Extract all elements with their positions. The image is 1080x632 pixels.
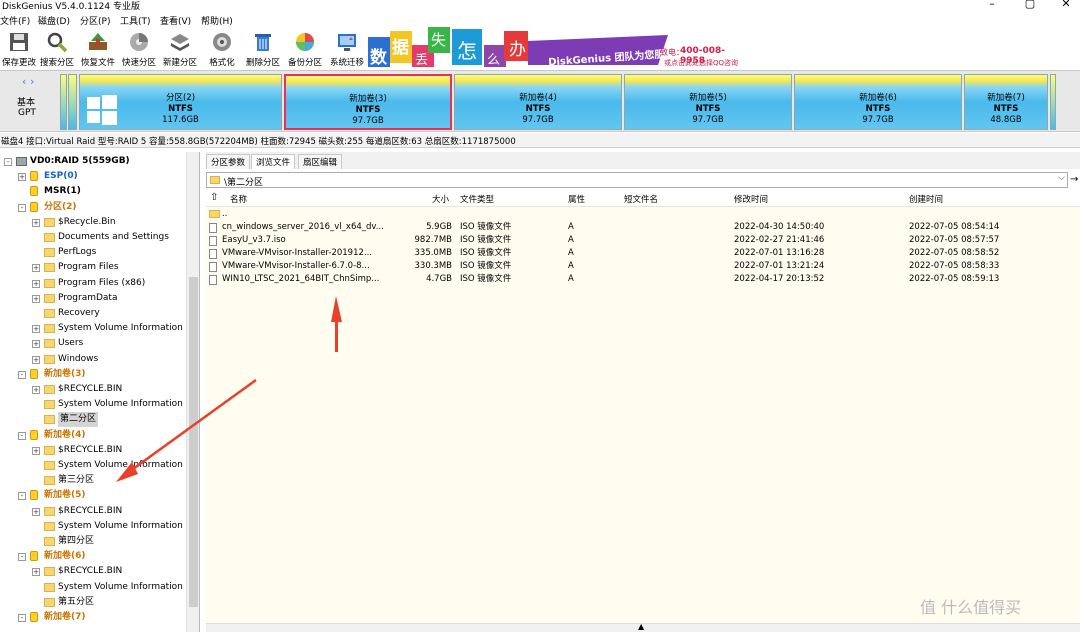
annotation-arrows: [116, 296, 342, 482]
annotation-arrow-head: [116, 462, 138, 482]
file-list-scrollbar[interactable]: ▲: [206, 622, 1080, 632]
watermark: 值 什么值得买: [920, 598, 1022, 617]
annotation-arrow-up: [331, 296, 342, 352]
annotation-arrow-line: [125, 378, 257, 476]
scroll-up-icon[interactable]: ▲: [638, 622, 644, 631]
